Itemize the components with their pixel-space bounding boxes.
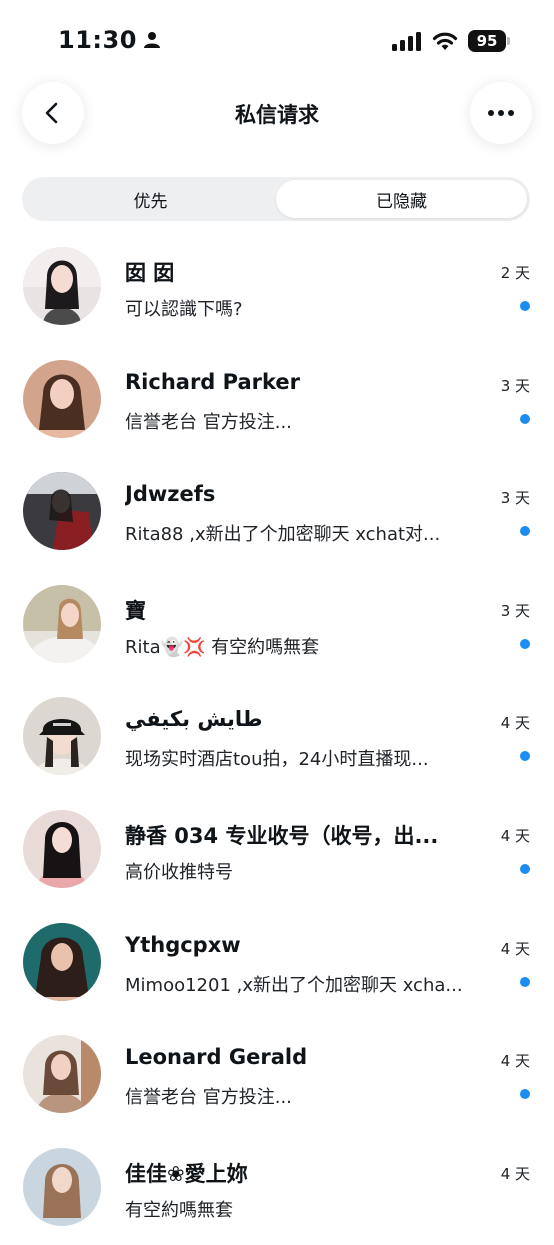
- timestamp: 4 天: [500, 1052, 530, 1071]
- conversation-row[interactable]: Jdwzefs Rita88 ,x新出了个加密聊天 xchat对... 3 天: [0, 457, 554, 570]
- timestamp: 3 天: [500, 489, 530, 508]
- timestamp: 2 天: [500, 264, 530, 282]
- sender-name: طايش بكيفي: [125, 707, 263, 732]
- message-preview: 高价收推特号: [125, 861, 233, 883]
- timestamp: 3 天: [500, 376, 530, 395]
- avatar: [23, 584, 101, 663]
- more-horizontal-icon: [488, 110, 514, 116]
- avatar: [23, 1147, 101, 1226]
- sender-name: 寶: [125, 598, 146, 623]
- header: 私信请求: [0, 82, 554, 146]
- avatar: [23, 922, 101, 1001]
- unread-indicator: [520, 976, 530, 987]
- sender-name: Ythgcpxw: [125, 932, 241, 957]
- conversation-row[interactable]: 静香 034 专业收号（收号，出... 高价收推特号 4 天: [0, 795, 554, 908]
- sender-name: 囡 囡: [125, 261, 175, 285]
- avatar: [23, 809, 101, 888]
- timestamp: 3 天: [500, 601, 530, 620]
- segmented-tabs: 优先 已隐藏: [22, 177, 530, 221]
- message-request-list: 囡 囡 可以認識下嗎? 2 天 Richard Parker 信誉老台 官方投注…: [0, 232, 554, 1245]
- status-time: 11:30: [58, 26, 161, 54]
- more-options-button[interactable]: [470, 82, 532, 144]
- message-preview: 现场实时酒店tou拍，24小时直播现...: [125, 749, 429, 771]
- timestamp: 4 天: [500, 826, 530, 845]
- sender-name: 佳佳❀愛上妳: [125, 1161, 248, 1186]
- status-bar: 11:30 95: [0, 0, 554, 80]
- unread-indicator: [520, 863, 530, 874]
- battery-icon: 95: [468, 30, 510, 52]
- avatar: [23, 697, 101, 776]
- unread-indicator: [520, 413, 530, 424]
- timestamp: 4 天: [500, 714, 530, 733]
- message-preview: 可以認識下嗎?: [125, 299, 243, 320]
- battery-level: 95: [476, 32, 498, 50]
- sender-name: 静香 034 专业收号（收号，出...: [125, 823, 439, 848]
- conversation-row[interactable]: 佳佳❀愛上妳 有空約嗎無套 4 天: [0, 1133, 554, 1245]
- signal-icon: [392, 32, 421, 51]
- unread-indicator: [520, 1089, 530, 1100]
- avatar: [23, 472, 101, 551]
- tab-priority[interactable]: 优先: [25, 180, 276, 218]
- message-preview: 信誉老台 官方投注...: [125, 411, 292, 433]
- wifi-icon: [432, 32, 458, 50]
- sender-name: Richard Parker: [125, 369, 300, 394]
- unread-indicator: [520, 526, 530, 537]
- conversation-row[interactable]: طايش بكيفي 现场实时酒店tou拍，24小时直播现... 4 天: [0, 682, 554, 795]
- message-preview: Rita👻💢 有空約嗎無套: [125, 636, 320, 658]
- avatar: [23, 1035, 101, 1114]
- unread-indicator: [520, 301, 530, 311]
- person-icon: [143, 32, 160, 48]
- conversation-row[interactable]: 寶 Rita👻💢 有空約嗎無套 3 天: [0, 570, 554, 683]
- timestamp: 4 天: [500, 1164, 530, 1183]
- message-preview: Rita88 ,x新出了个加密聊天 xchat对...: [125, 524, 441, 546]
- unread-indicator: [520, 751, 530, 762]
- conversation-row[interactable]: Ythgcpxw Mimoo1201 ,x新出了个加密聊天 xcha... 4 …: [0, 908, 554, 1021]
- conversation-row[interactable]: 囡 囡 可以認識下嗎? 2 天: [0, 232, 554, 345]
- message-preview: 信誉老台 官方投注...: [125, 1087, 292, 1109]
- status-indicators: 95: [392, 30, 510, 52]
- timestamp: 4 天: [500, 939, 530, 958]
- conversation-row[interactable]: Leonard Gerald 信誉老台 官方投注... 4 天: [0, 1020, 554, 1133]
- sender-name: Leonard Gerald: [125, 1045, 308, 1070]
- conversation-row[interactable]: Richard Parker 信誉老台 官方投注... 3 天: [0, 345, 554, 458]
- clock-text: 11:30: [58, 26, 137, 54]
- sender-name: Jdwzefs: [125, 482, 216, 507]
- tab-hidden[interactable]: 已隐藏: [276, 180, 527, 218]
- avatar: [23, 359, 101, 438]
- message-preview: Mimoo1201 ,x新出了个加密聊天 xcha...: [125, 974, 463, 996]
- avatar: [23, 247, 101, 325]
- unread-indicator: [520, 638, 530, 649]
